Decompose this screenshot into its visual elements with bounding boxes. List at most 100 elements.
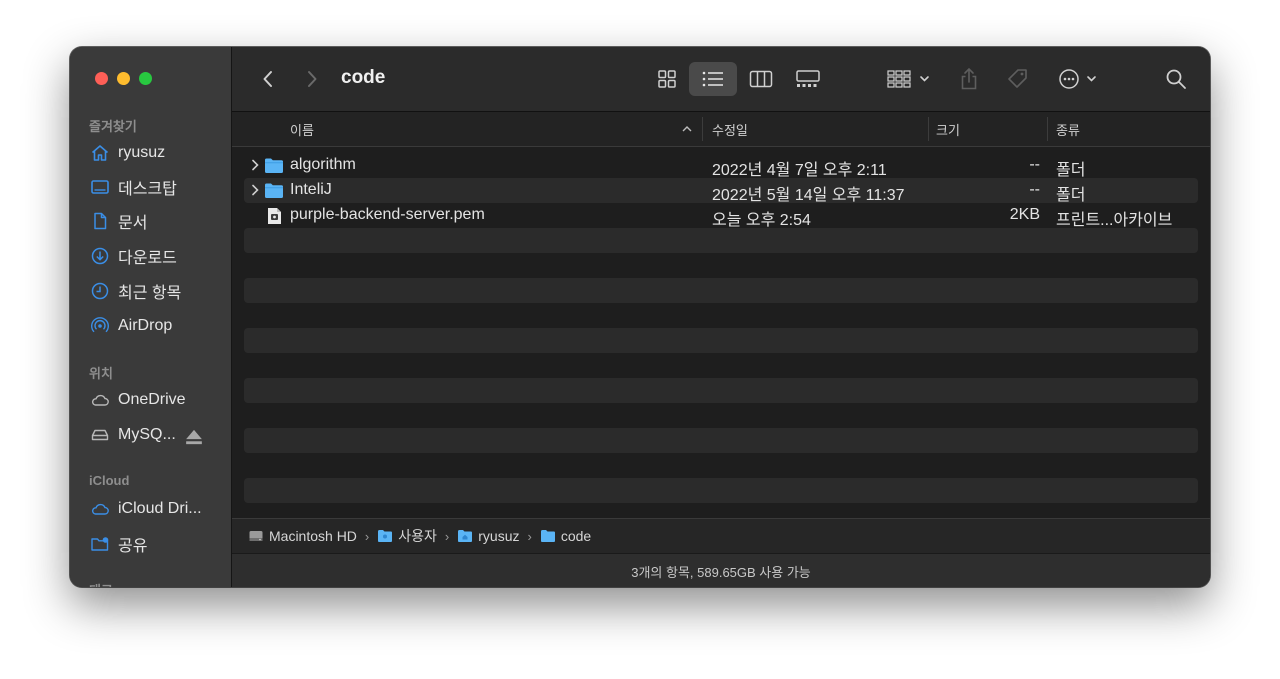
desktop-icon	[90, 177, 110, 197]
folder-icon	[378, 530, 393, 542]
path-item-macintosh-hd[interactable]: Macintosh HD	[248, 528, 357, 544]
sidebar-item-label: MySQ...	[118, 426, 176, 443]
sidebar-item-shared[interactable]: 공유	[90, 531, 230, 557]
home-icon	[90, 143, 110, 163]
empty-row	[244, 228, 1198, 253]
maximize-button[interactable]	[139, 72, 152, 85]
list-view-button[interactable]	[689, 62, 737, 96]
column-size-label: 크기	[936, 122, 960, 138]
home-folder-icon	[458, 530, 473, 542]
sidebar-section-favorites: 즐겨찾기	[89, 119, 137, 134]
sidebar-item-downloads[interactable]: 다운로드	[90, 243, 230, 269]
sidebar-section-tags: 태그	[89, 578, 113, 587]
folder-icon	[265, 183, 283, 198]
file-modified: 2022년 5월 14일 오후 11:37	[712, 187, 905, 204]
column-modified-label: 수정일	[712, 122, 748, 138]
action-menu-button[interactable]	[1058, 67, 1102, 91]
sidebar-item-airdrop[interactable]: AirDrop	[90, 313, 230, 339]
path-item-label: ryusuz	[478, 528, 520, 544]
path-item-label: code	[560, 528, 592, 544]
status-bar: 3개의 항목, 589.65GB 사용 가능	[232, 553, 1210, 587]
file-name: InteliJ	[290, 181, 332, 198]
path-item-label: Macintosh HD	[269, 528, 357, 544]
document-icon	[90, 211, 110, 231]
sidebar-section-locations: 위치	[89, 366, 113, 381]
sidebar-section-icloud: iCloud	[89, 473, 130, 488]
empty-row	[244, 353, 1198, 378]
sidebar-item-icloud-drive[interactable]: iCloud Dri...	[90, 496, 230, 522]
sort-ascending-icon[interactable]	[682, 112, 692, 146]
tag-icon	[1008, 69, 1027, 88]
group-by-button[interactable]	[886, 67, 934, 91]
sidebar-item-recents[interactable]: 최근 항목	[90, 278, 230, 304]
path-bar: Macintosh HD › 사용자 › ryusuz › code	[232, 518, 1210, 553]
file-row-intellij[interactable]: InteliJ 2022년 5월 14일 오후 11:37 -- 폴더	[244, 178, 1198, 204]
certificate-file-icon	[268, 208, 281, 224]
empty-row	[244, 428, 1198, 453]
empty-row	[244, 278, 1198, 303]
path-item-code[interactable]: code	[540, 528, 591, 544]
folder-icon	[540, 530, 555, 542]
sidebar-item-label: iCloud Dri...	[118, 500, 202, 517]
column-header: 이름 수정일 크기 종류	[232, 112, 1210, 147]
chevron-right-icon: ›	[527, 528, 532, 544]
sidebar-item-onedrive[interactable]: OneDrive	[90, 387, 230, 413]
hard-drive-icon	[249, 531, 263, 541]
disclosure-chevron-icon[interactable]	[250, 183, 260, 197]
cloud-icon	[90, 499, 110, 519]
empty-row	[244, 378, 1198, 403]
sidebar-item-label: 공유	[118, 538, 148, 555]
sidebar-item-mysql-volume[interactable]: MySQ...	[90, 422, 230, 448]
column-divider[interactable]	[702, 117, 703, 141]
empty-row	[244, 303, 1198, 328]
sidebar-item-label: 최근 항목	[118, 285, 182, 302]
sidebar-item-label: ryusuz	[118, 144, 166, 161]
column-size[interactable]: 크기	[936, 112, 960, 146]
back-button[interactable]	[256, 67, 280, 91]
file-name: algorithm	[290, 156, 356, 173]
gallery-icon	[796, 70, 820, 87]
folder-icon	[265, 158, 283, 173]
column-divider[interactable]	[1047, 117, 1048, 141]
search-button[interactable]	[1162, 67, 1190, 91]
file-size: 2KB	[1009, 206, 1040, 223]
file-kind: 폴더	[1056, 187, 1086, 204]
chevron-right-icon: ›	[444, 528, 450, 544]
sidebar-item-desktop[interactable]: 데스크탑	[90, 174, 230, 200]
column-modified[interactable]: 수정일	[712, 112, 748, 146]
minimize-button[interactable]	[117, 72, 130, 85]
empty-row	[244, 478, 1198, 503]
column-kind-label: 종류	[1056, 122, 1080, 138]
eject-icon[interactable]	[184, 427, 204, 452]
file-modified: 오늘 오후 2:54	[712, 212, 811, 229]
forward-button[interactable]	[300, 67, 324, 91]
disclosure-chevron-icon[interactable]	[250, 158, 260, 172]
download-icon	[90, 246, 110, 266]
share-button[interactable]	[956, 67, 982, 91]
icon-view-button[interactable]	[650, 67, 684, 91]
column-view-button[interactable]	[744, 67, 778, 91]
chevron-right-icon: ›	[364, 528, 370, 544]
tag-button[interactable]	[1004, 67, 1032, 91]
empty-row	[244, 403, 1198, 428]
path-item-ryusuz[interactable]: ryusuz	[457, 528, 519, 544]
status-text: 3개의 항목, 589.65GB 사용 가능	[631, 564, 811, 580]
file-row-pem[interactable]: purple-backend-server.pem 오늘 오후 2:54 2KB…	[244, 203, 1198, 229]
sidebar-item-home[interactable]: ryusuz	[90, 140, 230, 166]
path-item-users[interactable]: 사용자	[377, 526, 437, 546]
file-name: purple-backend-server.pem	[290, 206, 485, 223]
close-button[interactable]	[95, 72, 108, 85]
column-name[interactable]: 이름	[290, 112, 314, 146]
path-item-label: 사용자	[398, 528, 437, 544]
file-modified: 2022년 4월 7일 오후 2:11	[712, 162, 887, 179]
file-row-algorithm[interactable]: algorithm 2022년 4월 7일 오후 2:11 -- 폴더	[244, 153, 1198, 179]
column-divider[interactable]	[928, 117, 929, 141]
column-kind[interactable]: 종류	[1056, 112, 1080, 146]
sidebar-item-label: OneDrive	[118, 391, 186, 408]
sidebar-item-documents[interactable]: 문서	[90, 208, 230, 234]
empty-row	[244, 453, 1198, 478]
empty-row	[244, 253, 1198, 278]
file-kind: 프린트...아카이브	[1056, 212, 1173, 229]
gallery-view-button[interactable]	[790, 67, 826, 91]
group-grid-icon	[887, 70, 929, 88]
